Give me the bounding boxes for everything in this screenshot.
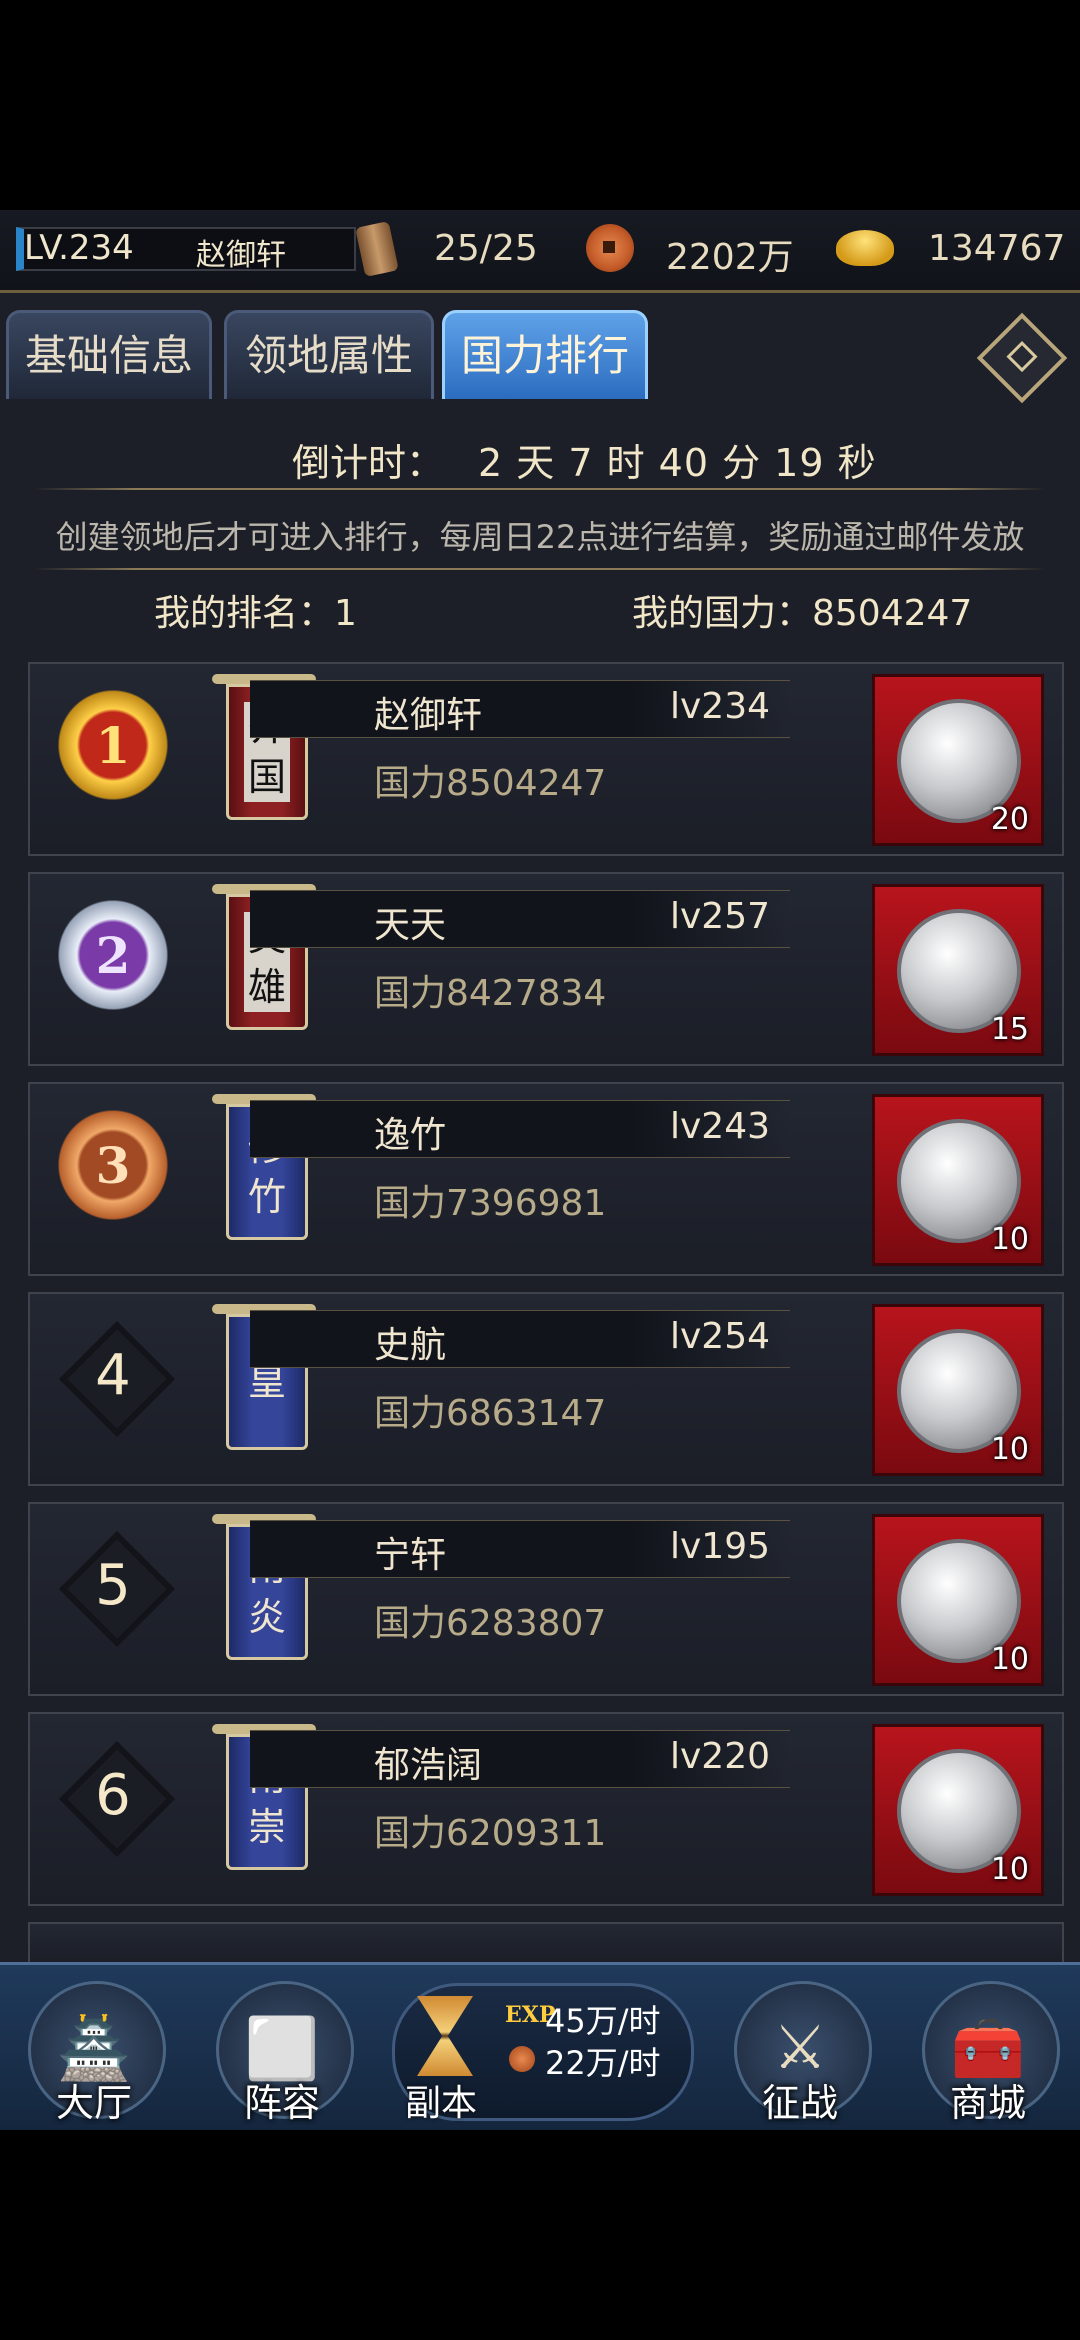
nav-label: 征战 [761,2081,838,2125]
rank-number: 3 [95,1135,131,1195]
player-power: 国力6283807 [374,1603,607,1644]
player-power: 国力8504247 [374,763,607,804]
rank-3-medal-icon: 3 [52,1104,174,1226]
player-name: 天天 [374,905,447,946]
reward-item[interactable]: 10 [872,1724,1044,1896]
banner-char: 国 [243,752,290,802]
coin-value: 2202万 [666,237,794,278]
divider [34,568,1046,570]
nav-label: 阵容 [243,2081,320,2125]
reward-item[interactable]: 20 [872,674,1044,846]
rank-number: 2 [95,925,131,985]
coin-rate: 22万/时 [545,2044,661,2082]
rank-number: 5 [95,1552,131,1618]
player-power: 国力7396981 [374,1183,607,1224]
nav-hall-button[interactable]: 🏯 大厅 [14,1973,174,2130]
player-level: lv234 [670,686,771,727]
player-level: lv257 [670,896,771,937]
nav-dungeon-button[interactable]: 副本 EXP 45万/时 22万/时 [392,1983,694,2124]
copper-coin-icon [586,224,634,272]
my-power: 我的国力：8504247 [632,593,973,634]
player-level: lv220 [670,1736,771,1777]
rank-number: 4 [95,1342,131,1408]
nav-shop-button[interactable]: 🧰 商城 [908,1973,1068,2130]
reward-quantity: 10 [990,1642,1029,1677]
rank-diamond-icon: 4 [52,1314,175,1437]
my-rank: 我的排名：1 [154,593,357,634]
ranking-row[interactable]: 1 齐 国 赵御轩 lv234 国力8504247 20 [28,662,1064,856]
rank-2-medal-icon: 2 [52,894,174,1016]
nav-label: 大厅 [55,2081,132,2125]
banner-char: 崇 [247,1805,286,1849]
app-screen: LV.234 赵御轩 25/25 2202万 134767 基础信息 领地属性 … [0,210,1080,2130]
player-power: 国力6863147 [374,1393,607,1434]
ranking-row[interactable]: 6 南 崇 郁浩阔 lv220 国力6209311 10 [28,1712,1064,1906]
exp-rate: 45万/时 [545,2002,661,2040]
tab-power-ranking[interactable]: 国力排行 [442,310,648,399]
ranking-row[interactable]: 3 修 竹 逸竹 lv243 国力7396981 10 [28,1082,1064,1276]
player-name: 赵御轩 [196,238,286,273]
rank-number: 6 [95,1762,131,1828]
divider [34,488,1046,490]
player-name: 赵御轩 [374,695,483,736]
ranking-row[interactable]: 5 南 炎 宁轩 lv195 国力6283807 10 [28,1502,1064,1696]
rank-diamond-icon: 6 [52,1734,175,1857]
reward-item[interactable]: 10 [872,1304,1044,1476]
copper-coin-icon [509,2046,535,2072]
nav-battle-button[interactable]: ⚔ 征战 [720,1973,880,2130]
player-name: 史航 [374,1325,447,1366]
banner-char: 竹 [247,1175,286,1219]
nav-label: 商城 [949,2081,1026,2125]
countdown-label: 倒计时： [292,441,445,485]
tab-basic-info[interactable]: 基础信息 [6,310,212,399]
reward-quantity: 10 [990,1432,1029,1467]
ranking-row-partial[interactable] [28,1922,1064,1966]
player-name: 逸竹 [374,1115,447,1156]
gold-value: 134767 [928,228,1066,269]
reward-quantity: 20 [990,802,1029,837]
ranking-notice: 创建领地后才可进入排行，每周日22点进行结算，奖励通过邮件发放 [55,518,1025,556]
player-name: 宁轩 [374,1535,447,1576]
tab-territory-attributes[interactable]: 领地属性 [224,310,434,399]
hourglass-icon [417,1996,473,2076]
nav-label: 副本 [405,2083,478,2124]
reward-quantity: 10 [990,1222,1029,1257]
player-level: lv195 [670,1526,771,1567]
stamina-value: 25/25 [434,228,538,269]
rank-diamond-icon: 5 [52,1524,175,1647]
reward-item[interactable]: 15 [872,884,1044,1056]
bottom-nav: 🏯 大厅 ⬜ 阵容 副本 EXP 45万/时 22万/时 ⚔ 征战 🧰 商城 [0,1962,1080,2130]
player-power: 国力6209311 [374,1813,607,1854]
ranking-row[interactable]: 4 皇 史航 lv254 国力6863147 10 [28,1292,1064,1486]
player-name: 郁浩阔 [374,1745,483,1786]
diamond-menu-icon[interactable] [976,312,1068,404]
stamina-scroll-icon [355,221,399,277]
player-level: lv254 [670,1316,771,1357]
reward-item[interactable]: 10 [872,1514,1044,1686]
player-level: LV.234 [24,228,134,268]
reward-quantity: 15 [990,1012,1029,1047]
rank-1-medal-icon: 1 [52,684,174,806]
nav-lineup-button[interactable]: ⬜ 阵容 [202,1973,362,2130]
banner-char: 炎 [247,1595,286,1639]
banner-char: 雄 [243,962,290,1012]
countdown-value: 2 天 7 时 40 分 19 秒 [478,441,877,485]
player-level: lv243 [670,1106,771,1147]
countdown: 倒计时： 2 天 7 时 40 分 19 秒 [0,432,1080,492]
rank-number: 1 [95,715,131,775]
status-bar: LV.234 赵御轩 25/25 2202万 134767 [0,210,1080,293]
ranking-row[interactable]: 2 英 雄 天天 lv257 国力8427834 15 [28,872,1064,1066]
reward-item[interactable]: 10 [872,1094,1044,1266]
reward-quantity: 10 [990,1852,1029,1887]
player-power: 国力8427834 [374,973,607,1014]
gold-ingot-icon [836,230,894,266]
